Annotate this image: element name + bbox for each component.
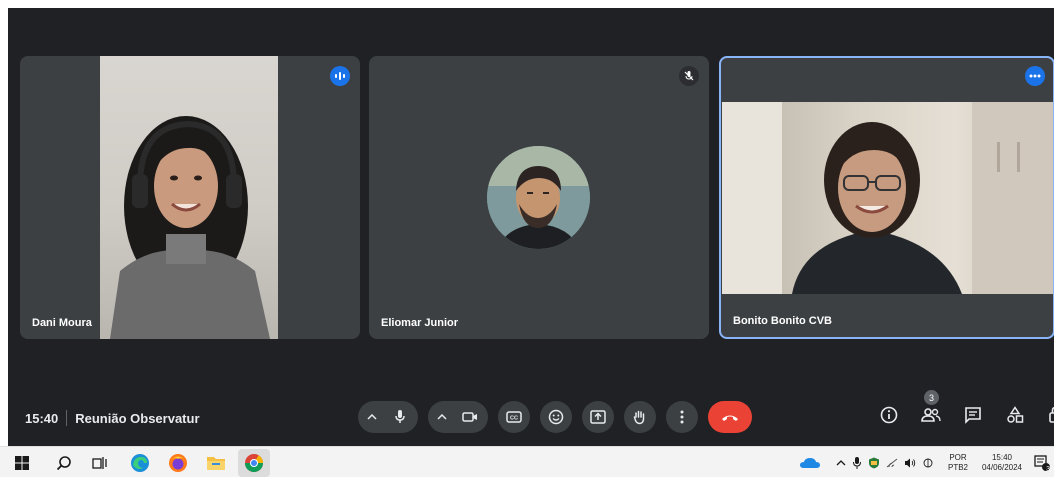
- end-call-icon[interactable]: [708, 401, 752, 433]
- notification-icon[interactable]: 3: [1032, 451, 1052, 475]
- more-options-icon[interactable]: [1025, 66, 1045, 86]
- windows-start-icon[interactable]: [10, 451, 34, 475]
- task-view-icon[interactable]: [88, 451, 112, 475]
- mic-tray-icon[interactable]: [850, 451, 864, 475]
- language-bottom: PTB2: [947, 463, 968, 472]
- mic-icon[interactable]: [384, 401, 416, 433]
- participant-name: Bonito Bonito CVB: [733, 315, 832, 327]
- avatar: [487, 146, 590, 249]
- volume-icon[interactable]: [902, 451, 918, 475]
- clock[interactable]: 15:40 04/06/2024: [976, 453, 1028, 473]
- language-top: POR: [949, 453, 967, 462]
- clock-time: 15:40: [991, 453, 1013, 462]
- participant-video: [100, 56, 278, 339]
- participant-tile-dani[interactable]: Dani Moura: [20, 56, 360, 339]
- meeting-time: 15:40: [25, 410, 59, 426]
- chevron-up-icon[interactable]: [834, 451, 848, 475]
- chrome-icon[interactable]: [238, 449, 270, 477]
- mic-off-icon: [679, 66, 699, 86]
- captions-icon[interactable]: CC: [498, 401, 530, 433]
- people-count-badge: 3: [924, 390, 939, 405]
- onedrive-icon[interactable]: [798, 451, 822, 475]
- search-icon[interactable]: [52, 451, 76, 475]
- side-panel-buttons: 3: [878, 390, 1054, 426]
- participant-tile-bonito[interactable]: Bonito Bonito CVB: [719, 56, 1054, 339]
- speaking-icon: [330, 66, 350, 86]
- divider: [66, 410, 68, 426]
- participant-video: [722, 102, 1053, 294]
- notification-count: 3: [1046, 466, 1050, 473]
- participant-name: Dani Moura: [32, 317, 92, 329]
- mic-control: [358, 401, 418, 433]
- wifi-icon[interactable]: [884, 451, 900, 475]
- svg-text:CC: CC: [510, 416, 518, 422]
- camera-control: [428, 401, 488, 433]
- raise-hand-icon[interactable]: [624, 401, 656, 433]
- emoji-icon[interactable]: [540, 401, 572, 433]
- people-icon[interactable]: 3: [920, 390, 942, 426]
- language-indicator[interactable]: POR PTB2: [940, 453, 976, 473]
- clock-date: 04/06/2024: [981, 463, 1023, 472]
- activities-icon[interactable]: [1004, 404, 1026, 426]
- firefox-icon[interactable]: [166, 451, 190, 475]
- chevron-up-icon[interactable]: [430, 401, 454, 433]
- participant-tile-eliomar[interactable]: Eliomar Junior: [369, 56, 709, 339]
- present-icon[interactable]: [582, 401, 614, 433]
- call-controls: CC: [358, 401, 752, 433]
- chat-icon[interactable]: [962, 404, 984, 426]
- file-explorer-icon[interactable]: [204, 451, 228, 475]
- meeting-info: 15:40 Reunião Observatur: [25, 410, 200, 426]
- more-vert-icon[interactable]: [666, 401, 698, 433]
- keyboard-tray-icon[interactable]: [920, 451, 936, 475]
- info-icon[interactable]: [878, 404, 900, 426]
- edge-browser-icon[interactable]: [128, 451, 152, 475]
- taskbar: POR PTB2 15:40 04/06/2024 3: [0, 446, 1054, 477]
- meet-window: Dani Moura Eliomar Junior Bonito Bonito …: [8, 8, 1054, 446]
- host-controls-icon[interactable]: [1046, 404, 1054, 426]
- camera-icon[interactable]: [454, 401, 486, 433]
- participant-name: Eliomar Junior: [381, 317, 459, 329]
- security-tray-icon[interactable]: [866, 451, 882, 475]
- meeting-title: Reunião Observatur: [75, 410, 200, 426]
- chevron-up-icon[interactable]: [360, 401, 384, 433]
